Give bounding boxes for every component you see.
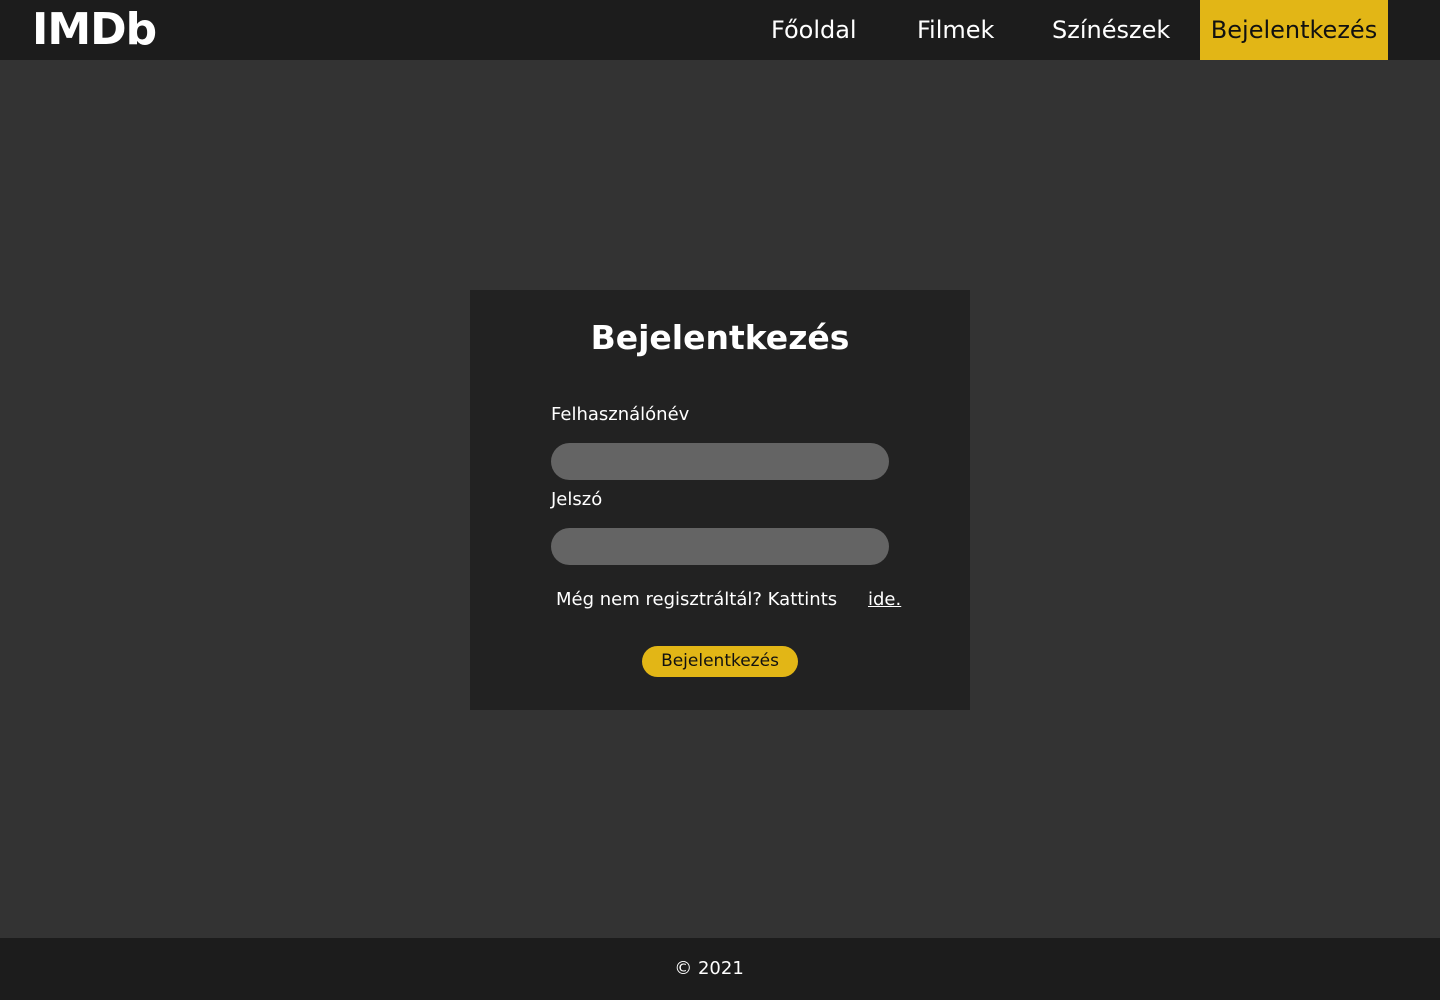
password-input[interactable]: [551, 528, 889, 565]
copyright-text: © 2021: [674, 958, 744, 979]
nav-item-home[interactable]: Főoldal: [771, 0, 857, 60]
navbar: IMDb Főoldal Filmek Színészek Bejelentke…: [0, 0, 1440, 60]
register-prompt: Még nem regisztráltál? Kattints: [556, 589, 838, 610]
username-label: Felhasználónév: [551, 404, 690, 425]
nav-item-actors[interactable]: Színészek: [1052, 0, 1170, 60]
login-title: Bejelentkezés: [590, 318, 850, 357]
register-link[interactable]: ide.: [868, 588, 901, 612]
main-content: Bejelentkezés Felhasználónév Jelszó Még …: [0, 60, 1440, 938]
password-label: Jelszó: [551, 489, 603, 510]
username-input[interactable]: [551, 443, 889, 480]
nav-item-login[interactable]: Bejelentkezés: [1200, 0, 1388, 60]
login-card: Bejelentkezés Felhasználónév Jelszó Még …: [470, 290, 970, 710]
login-submit-button[interactable]: Bejelentkezés: [642, 646, 798, 677]
imdb-logo[interactable]: IMDb: [32, 3, 157, 57]
footer: © 2021: [0, 938, 1440, 1000]
nav-item-movies[interactable]: Filmek: [917, 0, 994, 60]
